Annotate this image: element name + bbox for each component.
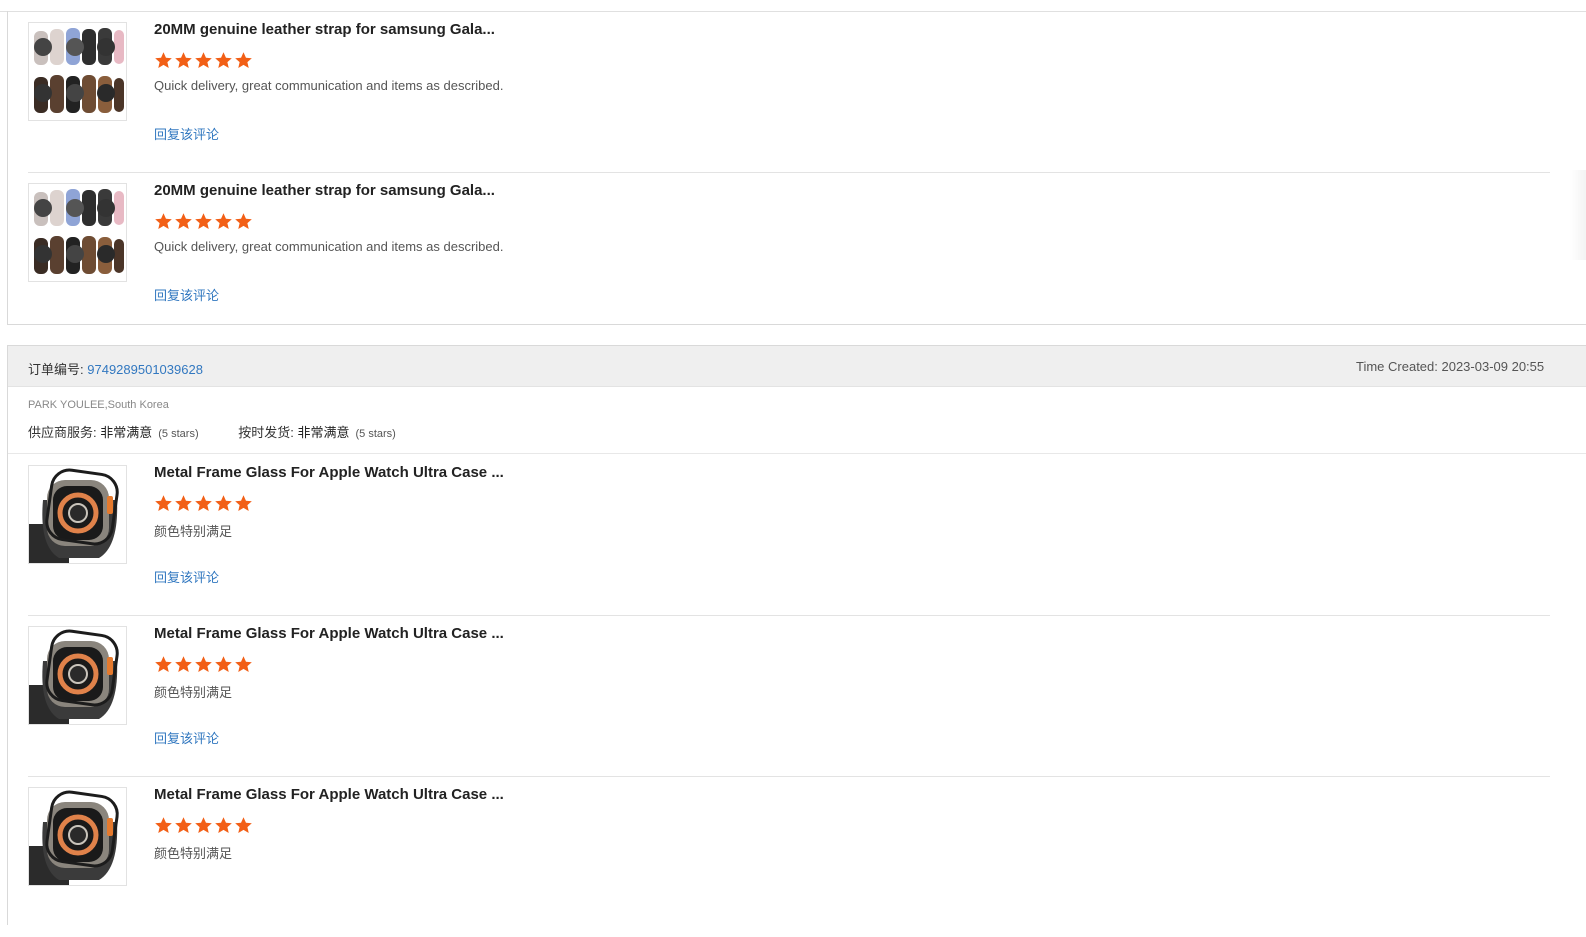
rating-stars bbox=[154, 655, 253, 674]
seller-ratings: 供应商服务: 非常满意 (5 stars) 按时发货: 非常满意 (5 stars) bbox=[28, 422, 432, 441]
order-number-label: 订单编号: bbox=[28, 362, 84, 377]
product-title[interactable]: Metal Frame Glass For Apple Watch Ultra … bbox=[154, 625, 504, 642]
star-icon bbox=[195, 52, 212, 68]
scrollbar-shadow bbox=[1570, 170, 1586, 260]
order-time-created: Time Created: 2023-03-09 20:55 bbox=[1356, 359, 1545, 374]
review-comment: 颜色特别满足 bbox=[154, 846, 233, 861]
star-icon bbox=[235, 52, 252, 68]
order-number-link[interactable]: 9749289501039628 bbox=[87, 362, 203, 377]
apple-watch-ultra-icon bbox=[29, 629, 119, 724]
review-comment: Quick delivery, great communication and … bbox=[154, 239, 504, 254]
star-icon bbox=[175, 52, 192, 68]
product-title[interactable]: 20MM genuine leather strap for samsung G… bbox=[154, 182, 495, 199]
star-icon bbox=[235, 495, 252, 511]
buyer-info: PARK YOULEE,South Korea bbox=[28, 399, 169, 411]
star-icon bbox=[195, 213, 212, 229]
star-icon bbox=[155, 213, 172, 229]
star-icon bbox=[175, 656, 192, 672]
product-thumbnail[interactable] bbox=[28, 787, 127, 886]
star-icon bbox=[155, 656, 172, 672]
supplier-service-stars: (5 stars) bbox=[158, 428, 199, 440]
rating-stars bbox=[154, 816, 253, 835]
reply-review-link[interactable]: 回复该评论 bbox=[154, 285, 219, 304]
supplier-service-value: 非常满意 bbox=[100, 425, 153, 440]
star-icon bbox=[175, 495, 192, 511]
star-icon bbox=[175, 817, 192, 833]
star-icon bbox=[215, 656, 232, 672]
on-time-shipping-value: 非常满意 bbox=[297, 425, 350, 440]
supplier-service-rating: 供应商服务: 非常满意 (5 stars) bbox=[28, 425, 202, 440]
star-icon bbox=[155, 52, 172, 68]
on-time-shipping-label: 按时发货: bbox=[238, 425, 294, 440]
reply-review-link[interactable]: 回复该评论 bbox=[154, 567, 219, 586]
review-item: 20MM genuine leather strap for samsung G… bbox=[28, 172, 1550, 333]
reply-review-link[interactable]: 回复该评论 bbox=[154, 728, 219, 747]
review-item: Metal Frame Glass For Apple Watch Ultra … bbox=[28, 615, 1550, 777]
order-number: 订单编号: 9749289501039628 bbox=[28, 359, 203, 378]
order-card: 订单编号: 9749289501039628 Time Created: 202… bbox=[7, 345, 1586, 925]
reply-review-link[interactable]: 回复该评论 bbox=[154, 124, 219, 143]
product-title[interactable]: Metal Frame Glass For Apple Watch Ultra … bbox=[154, 464, 504, 481]
review-item: Metal Frame Glass For Apple Watch Ultra … bbox=[28, 454, 1550, 616]
rating-stars bbox=[154, 494, 253, 513]
rating-stars bbox=[154, 212, 253, 231]
review-item: Metal Frame Glass For Apple Watch Ultra … bbox=[28, 776, 1550, 937]
star-icon bbox=[235, 817, 252, 833]
review-item: 20MM genuine leather strap for samsung G… bbox=[28, 11, 1550, 173]
star-icon bbox=[215, 213, 232, 229]
star-icon bbox=[235, 213, 252, 229]
product-thumbnail[interactable] bbox=[28, 22, 127, 121]
order-header: 订单编号: 9749289501039628 Time Created: 202… bbox=[8, 346, 1586, 387]
watch-strap-icon bbox=[34, 189, 124, 274]
review-comment: 颜色特别满足 bbox=[154, 524, 233, 539]
star-icon bbox=[215, 817, 232, 833]
on-time-shipping-stars: (5 stars) bbox=[355, 428, 396, 440]
order-card-previous: 20MM genuine leather strap for samsung G… bbox=[7, 11, 1586, 325]
product-thumbnail[interactable] bbox=[28, 626, 127, 725]
star-icon bbox=[195, 656, 212, 672]
star-icon bbox=[195, 817, 212, 833]
product-thumbnail[interactable] bbox=[28, 465, 127, 564]
rating-stars bbox=[154, 51, 253, 70]
product-title[interactable]: Metal Frame Glass For Apple Watch Ultra … bbox=[154, 786, 504, 803]
star-icon bbox=[215, 495, 232, 511]
on-time-shipping-rating: 按时发货: 非常满意 (5 stars) bbox=[238, 425, 396, 440]
star-icon bbox=[175, 213, 192, 229]
apple-watch-ultra-icon bbox=[29, 790, 119, 885]
star-icon bbox=[235, 656, 252, 672]
star-icon bbox=[155, 495, 172, 511]
watch-strap-icon bbox=[34, 28, 124, 113]
star-icon bbox=[155, 817, 172, 833]
product-title[interactable]: 20MM genuine leather strap for samsung G… bbox=[154, 21, 495, 38]
apple-watch-ultra-icon bbox=[29, 468, 119, 563]
supplier-service-label: 供应商服务: bbox=[28, 425, 97, 440]
star-icon bbox=[215, 52, 232, 68]
product-thumbnail[interactable] bbox=[28, 183, 127, 282]
star-icon bbox=[195, 495, 212, 511]
review-comment: Quick delivery, great communication and … bbox=[154, 78, 504, 93]
review-comment: 颜色特别满足 bbox=[154, 685, 233, 700]
